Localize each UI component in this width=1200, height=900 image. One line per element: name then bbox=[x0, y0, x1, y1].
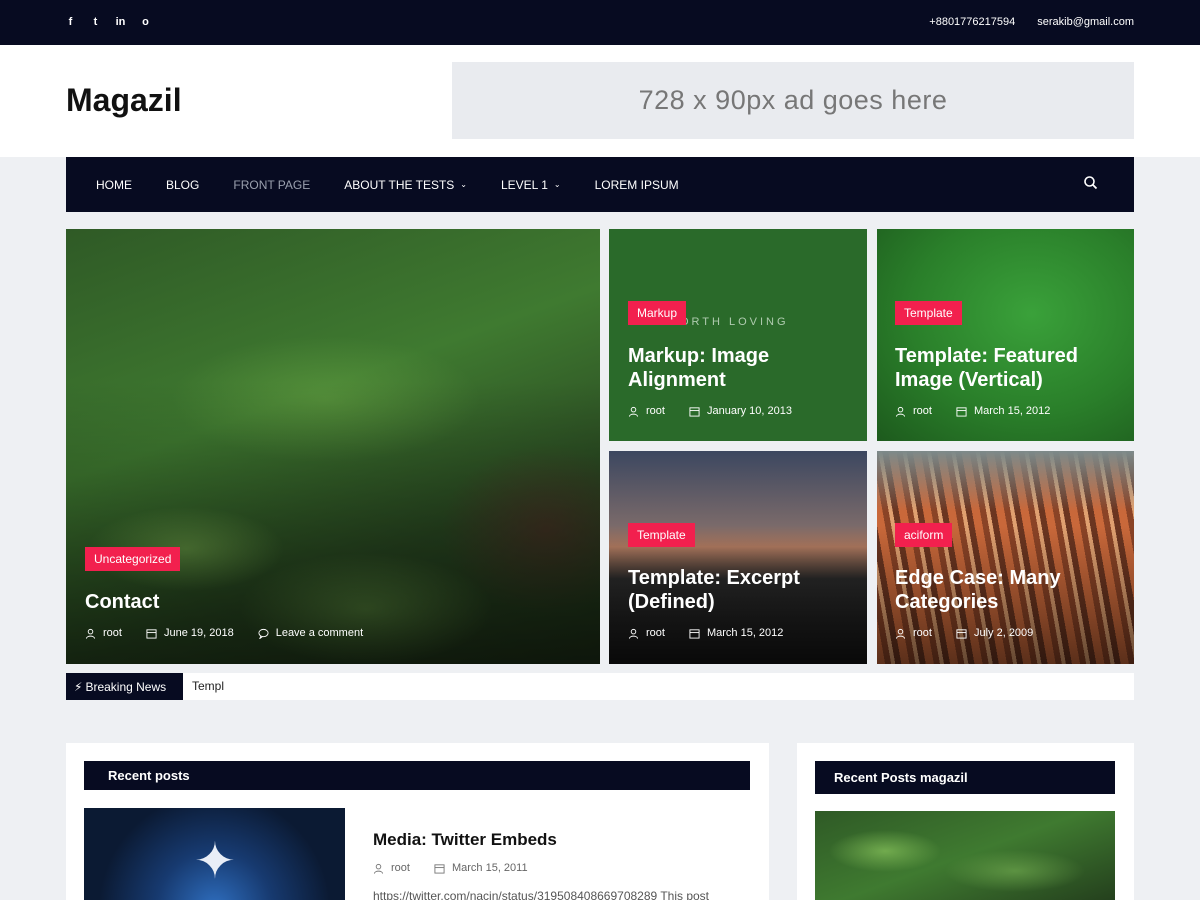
calendar-icon bbox=[956, 628, 967, 639]
breaking-news-text: Breaking News bbox=[85, 679, 167, 694]
phone-number: +8801776217594 bbox=[929, 16, 1016, 28]
post-meta: root March 15, 2011 bbox=[373, 862, 528, 874]
featured-post[interactable]: Template Template: Featured Image (Verti… bbox=[877, 229, 1134, 441]
post-title-line: Markup: Image bbox=[628, 345, 770, 367]
post-thumbnail[interactable]: ✦ bbox=[84, 808, 345, 900]
post-date[interactable]: March 15, 2012 bbox=[707, 627, 783, 639]
post-title-line: Template: Excerpt bbox=[628, 567, 800, 589]
post-author[interactable]: root bbox=[103, 627, 122, 639]
lightning-icon: ⚡︎ bbox=[74, 679, 83, 694]
category-badge[interactable]: Template bbox=[628, 523, 695, 547]
post-author[interactable]: root bbox=[646, 405, 665, 417]
facebook-icon[interactable]: f bbox=[64, 14, 77, 30]
nav-label: HOME bbox=[96, 177, 132, 192]
nav-label: BLOG bbox=[166, 177, 200, 192]
sidebar-recent-posts: Recent Posts magazil bbox=[797, 743, 1134, 900]
post-title[interactable]: Template: Excerpt (Defined) bbox=[628, 566, 800, 614]
post-title[interactable]: Edge Case: Many Categories bbox=[895, 566, 1061, 614]
featured-post-main[interactable]: Uncategorized Contact root June 19, 2018… bbox=[66, 229, 600, 664]
post-title-line: Alignment bbox=[628, 369, 726, 391]
post-title[interactable]: Media: Twitter Embeds bbox=[373, 830, 557, 850]
post-date[interactable]: June 19, 2018 bbox=[164, 627, 234, 639]
post-date[interactable]: January 10, 2013 bbox=[707, 405, 792, 417]
category-badge[interactable]: Template bbox=[895, 301, 962, 325]
post-author[interactable]: root bbox=[646, 627, 665, 639]
nav-item-lorem-ipsum[interactable]: LOREM IPSUM bbox=[595, 178, 679, 192]
post-author[interactable]: root bbox=[913, 627, 932, 639]
post-meta: root March 15, 2012 bbox=[628, 627, 783, 639]
calendar-icon bbox=[146, 628, 157, 639]
user-icon bbox=[85, 628, 96, 639]
comment-icon bbox=[258, 628, 269, 639]
post-meta: root January 10, 2013 bbox=[628, 405, 792, 417]
calendar-icon bbox=[434, 863, 445, 874]
post-title[interactable]: Template: Featured Image (Vertical) bbox=[895, 344, 1078, 392]
search-icon[interactable] bbox=[1082, 174, 1100, 192]
post-title[interactable]: Contact bbox=[85, 590, 159, 614]
nav-item-home[interactable]: HOME bbox=[96, 178, 132, 192]
site-title[interactable]: Magazil bbox=[66, 82, 182, 119]
chevron-down-icon: ⌄ bbox=[553, 180, 561, 189]
unicorn-image: ✦ bbox=[194, 833, 236, 889]
linkedin-icon[interactable]: in bbox=[114, 14, 127, 30]
featured-post[interactable]: aciform Edge Case: Many Categories root … bbox=[877, 451, 1134, 664]
email-address[interactable]: serakib@gmail.com bbox=[1037, 16, 1134, 28]
main-navigation: HOME BLOG FRONT PAGE ABOUT THE TESTS ⌄ LE… bbox=[66, 157, 1134, 212]
breaking-news-ticker[interactable]: Templ bbox=[192, 679, 224, 693]
nav-item-level-1[interactable]: LEVEL 1 ⌄ bbox=[501, 178, 561, 192]
calendar-icon bbox=[689, 406, 700, 417]
recent-posts-heading: Recent posts bbox=[84, 761, 750, 790]
image-watermark: NORTH LOVING bbox=[669, 316, 789, 328]
category-badge[interactable]: Uncategorized bbox=[85, 547, 181, 571]
calendar-icon bbox=[956, 406, 967, 417]
post-title-line: Categories bbox=[895, 591, 999, 613]
site-header: Magazil 728 x 90px ad goes here bbox=[0, 45, 1200, 157]
user-icon bbox=[895, 406, 906, 417]
breaking-news-bar: ⚡︎ Breaking News Templ bbox=[66, 673, 1134, 700]
post-author[interactable]: root bbox=[391, 862, 410, 874]
post-meta: root June 19, 2018 Leave a comment bbox=[85, 627, 363, 639]
post-meta: root March 15, 2012 bbox=[895, 405, 1050, 417]
category-badge[interactable]: aciform bbox=[895, 523, 953, 547]
nav-item-about-the-tests[interactable]: ABOUT THE TESTS ⌄ bbox=[344, 178, 467, 192]
recent-posts-panel: Recent posts ✦ Media: Twitter Embeds roo… bbox=[66, 743, 769, 900]
nav-label: LOREM IPSUM bbox=[594, 177, 679, 192]
twitter-icon[interactable]: t bbox=[89, 14, 102, 30]
post-excerpt: https://twitter.com/nacin/status/3195084… bbox=[373, 889, 709, 900]
calendar-icon bbox=[689, 628, 700, 639]
comments-link[interactable]: Leave a comment bbox=[276, 627, 363, 639]
user-icon bbox=[628, 406, 639, 417]
post-thumbnail[interactable] bbox=[815, 811, 1115, 900]
post-title-line: Edge Case: Many bbox=[895, 567, 1061, 589]
post-date[interactable]: July 2, 2009 bbox=[974, 627, 1033, 639]
chevron-down-icon: ⌄ bbox=[460, 180, 467, 189]
top-bar: f t in o +8801776217594 serakib@gmail.co… bbox=[0, 0, 1200, 45]
nav-label: ABOUT THE TESTS bbox=[344, 177, 455, 192]
social-links: f t in o bbox=[64, 14, 152, 30]
nav-label: FRONT PAGE bbox=[233, 177, 311, 192]
contact-info: +8801776217594 serakib@gmail.com bbox=[929, 16, 1134, 28]
featured-post[interactable]: NORTH LOVING Markup Markup: Image Alignm… bbox=[609, 229, 867, 441]
post-title-line: (Defined) bbox=[628, 591, 715, 613]
post-title[interactable]: Markup: Image Alignment bbox=[628, 344, 769, 392]
post-author[interactable]: root bbox=[913, 405, 932, 417]
post-meta: root July 2, 2009 bbox=[895, 627, 1033, 639]
nav-item-blog[interactable]: BLOG bbox=[166, 178, 199, 192]
user-icon bbox=[895, 628, 906, 639]
sidebar-heading: Recent Posts magazil bbox=[815, 761, 1115, 794]
nav-label: LEVEL 1 bbox=[501, 177, 548, 192]
breaking-news-label: ⚡︎ Breaking News bbox=[66, 673, 183, 700]
github-icon[interactable]: o bbox=[139, 14, 152, 30]
featured-post[interactable]: Template Template: Excerpt (Defined) roo… bbox=[609, 451, 867, 664]
ad-banner[interactable]: 728 x 90px ad goes here bbox=[452, 62, 1134, 139]
user-icon bbox=[373, 863, 384, 874]
category-badge[interactable]: Markup bbox=[628, 301, 687, 325]
nav-item-front-page[interactable]: FRONT PAGE bbox=[233, 178, 310, 192]
post-date[interactable]: March 15, 2012 bbox=[974, 405, 1050, 417]
post-title-line: Image (Vertical) bbox=[895, 369, 1043, 391]
post-title-line: Template: Featured bbox=[895, 345, 1078, 367]
user-icon bbox=[628, 628, 639, 639]
post-date[interactable]: March 15, 2011 bbox=[452, 862, 528, 874]
